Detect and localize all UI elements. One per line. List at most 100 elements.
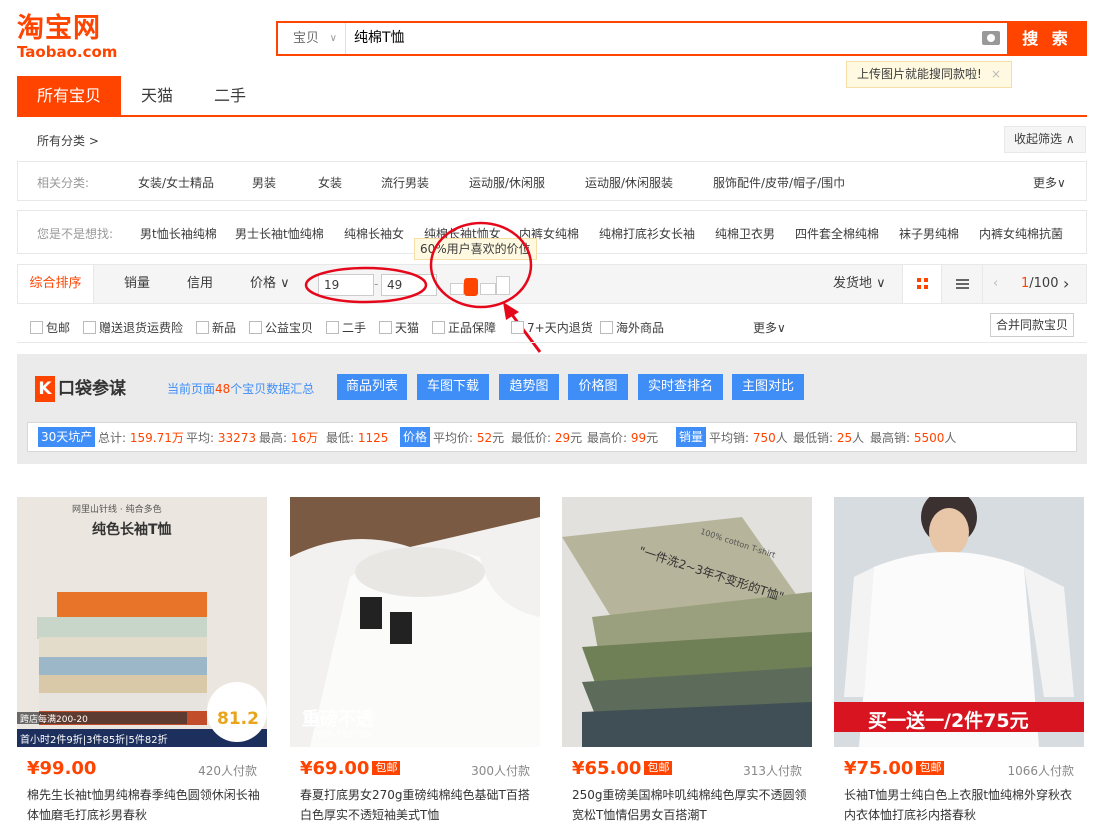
- chevron-down-icon: ∨: [329, 33, 337, 44]
- search-button[interactable]: 搜 索: [1007, 21, 1087, 56]
- related-item[interactable]: 服饰配件/皮带/帽子/围巾: [713, 174, 845, 191]
- sort-credit[interactable]: 信用: [187, 265, 213, 303]
- taobao-logo[interactable]: 淘宝网 Taobao.com: [17, 14, 127, 61]
- product-image[interactable]: 重磅不透 100% COTTON: [290, 497, 540, 747]
- price-value: ¥65.00: [572, 758, 642, 779]
- search-bar: 宝贝 ∨ 纯棉T恤: [276, 21, 1008, 56]
- filter-authentic[interactable]: 正品保障: [432, 319, 496, 336]
- image-search-tip: 上传图片就能搜同款啦! ×: [846, 61, 1012, 88]
- next-page-icon[interactable]: ›: [1063, 265, 1069, 303]
- suggest-item[interactable]: 男t恤长袖纯棉: [140, 225, 217, 242]
- price-chart-button[interactable]: 价格图: [568, 374, 628, 400]
- related-item[interactable]: 运动服/休闲服装: [585, 174, 673, 191]
- min-stat: 最低: 1125: [326, 431, 389, 445]
- summary-count: 48: [215, 382, 231, 396]
- merge-same-button[interactable]: 合并同款宝贝: [990, 313, 1074, 337]
- ship-from-select[interactable]: 发货地 ∨: [833, 265, 886, 303]
- product-photo: [562, 497, 812, 747]
- current-page-summary: 当前页面48个宝贝数据汇总: [167, 380, 314, 397]
- koudai-logo: K 口袋参谋: [35, 374, 126, 402]
- product-price: ¥65.00 包邮: [572, 758, 673, 779]
- list-view-button[interactable]: [943, 265, 983, 303]
- suggest-item[interactable]: 纯棉卫衣男: [715, 225, 775, 242]
- image-title: 重磅不透: [302, 709, 374, 730]
- related-item[interactable]: 女装/女士精品: [138, 174, 214, 191]
- price-min-stat: 最低价: 29元: [511, 431, 583, 445]
- stats-bar: 30天坑产 总计: 159.71万 平均: 33273 最高: 16万 最低: …: [27, 422, 1077, 452]
- related-item[interactable]: 流行男装: [381, 174, 429, 191]
- product-image[interactable]: "一件洗2~3年不变形的T恤" 100% cotton T-shirt: [562, 497, 812, 747]
- filter-7day-return[interactable]: 7+天内退货: [511, 319, 593, 336]
- store-promo: 跨店每满200-20: [20, 715, 88, 725]
- filter-new[interactable]: 新品: [196, 319, 236, 336]
- related-item[interactable]: 男装: [252, 174, 276, 191]
- suggest-item[interactable]: 纯棉打底衫女长袖: [599, 225, 695, 242]
- related-item[interactable]: 女装: [318, 174, 342, 191]
- tab-secondhand[interactable]: 二手: [212, 76, 248, 115]
- tip-text: 上传图片就能搜同款啦!: [857, 67, 982, 81]
- sales-avg-stat: 平均销: 750人: [709, 431, 788, 445]
- tab-all[interactable]: 所有宝贝: [17, 76, 121, 115]
- suggestions: 您是不是想找: 男t恤长袖纯棉 男士长袖t恤纯棉 纯棉长袖女 纯棉长袖t恤女 内…: [17, 210, 1087, 254]
- image-subtitle: 网里山针线 · 纯合多色: [72, 505, 162, 515]
- price-badge: 81.2: [217, 709, 259, 729]
- camera-icon[interactable]: [982, 31, 1000, 45]
- suggest-item[interactable]: 袜子男纯棉: [899, 225, 959, 242]
- product-image[interactable]: 买一送一/2件75元: [834, 497, 1084, 747]
- trend-chart-button[interactable]: 趋势图: [499, 374, 559, 400]
- close-icon[interactable]: ×: [991, 62, 1001, 87]
- product-title[interactable]: 长袖T恤男士纯白色上衣服t恤纯棉外穿秋衣内衣体恤打底衫内搭春秋: [844, 785, 1079, 825]
- product-image[interactable]: 网里山针线 · 纯合多色 纯色长袖T恤 81.2 跨店每满200-20 首小时2…: [17, 497, 267, 747]
- search-category-select[interactable]: 宝贝 ∨: [278, 23, 346, 54]
- image-download-button[interactable]: 车图下载: [417, 374, 489, 400]
- deal-count: 420人付款: [198, 764, 257, 778]
- price-preference-slider[interactable]: [450, 273, 512, 296]
- product-title[interactable]: 春夏打底男女270g重磅纯棉纯色基础T百搭白色厚实不透短袖美式T恤: [300, 785, 535, 825]
- grid-icon: [917, 278, 928, 289]
- sort-sales[interactable]: 销量: [124, 265, 150, 303]
- search-input[interactable]: 纯棉T恤: [348, 23, 968, 54]
- deal-count: 1066人付款: [1007, 764, 1074, 778]
- product-title[interactable]: 250g重磅美国棉咔叽纯棉纯色厚实不透圆领宽松T恤情侣男女百搭潮T: [572, 785, 807, 825]
- suggest-item[interactable]: 男士长袖t恤纯棉: [235, 225, 324, 242]
- product-list-button[interactable]: 商品列表: [337, 374, 407, 400]
- product-price: ¥75.00 包邮: [844, 758, 945, 779]
- main-image-compare-button[interactable]: 主图对比: [732, 374, 804, 400]
- suggest-item[interactable]: 纯棉长袖女: [344, 225, 404, 242]
- sort-price[interactable]: 价格 ∨: [250, 265, 290, 303]
- sort-bar: 综合排序 销量 信用 价格 ∨ 19 - 49 发货地 ∨ ‹ 1/100 ›: [17, 264, 1087, 304]
- max-stat: 最高: 16万: [259, 431, 319, 445]
- koudai-name: 口袋参谋: [58, 379, 126, 399]
- search-category-label: 宝贝: [293, 31, 320, 46]
- filter-return-insurance[interactable]: 赠送退货运费险: [83, 319, 183, 336]
- breadcrumb-all-categories[interactable]: 所有分类 >: [37, 132, 99, 149]
- filter-tmall[interactable]: 天猫: [379, 319, 419, 336]
- related-more-button[interactable]: 更多∨: [1033, 174, 1066, 191]
- product-title[interactable]: 棉先生长袖t恤男纯棉春季纯色圆领休闲长袖体恤磨毛打底衫男春秋: [27, 785, 262, 825]
- filters-more-button[interactable]: 更多∨: [753, 319, 786, 336]
- realtime-rank-button[interactable]: 实时查排名: [638, 374, 723, 400]
- price-min-input[interactable]: 19: [318, 274, 374, 296]
- sales-min-stat: 最低销: 25人: [793, 431, 865, 445]
- grid-view-button[interactable]: [902, 265, 942, 303]
- deal-count: 300人付款: [471, 764, 530, 778]
- filter-secondhand[interactable]: 二手: [326, 319, 366, 336]
- price-max-stat: 最高价: 99元: [587, 431, 659, 445]
- filter-overseas[interactable]: 海外商品: [600, 319, 664, 336]
- koudai-plugin-panel: K 口袋参谋 当前页面48个宝贝数据汇总 商品列表 车图下载 趋势图 价格图 实时…: [17, 354, 1087, 464]
- filter-charity[interactable]: 公益宝贝: [249, 319, 313, 336]
- collapse-filters-button[interactable]: 收起筛选 ∧: [1004, 126, 1086, 153]
- tab-tmall[interactable]: 天猫: [139, 76, 175, 115]
- total-pages: /100: [1029, 276, 1059, 291]
- page-indicator: 1/100: [1021, 265, 1058, 303]
- suggest-item[interactable]: 内裤女纯棉抗菌: [979, 225, 1063, 242]
- sort-default[interactable]: 综合排序: [18, 265, 94, 303]
- free-shipping-badge: 包邮: [372, 761, 401, 775]
- sales-tag: 销量: [676, 427, 707, 447]
- related-item[interactable]: 运动服/休闲服: [469, 174, 545, 191]
- suggest-item[interactable]: 四件套全棉纯棉: [795, 225, 879, 242]
- filter-free-shipping[interactable]: 包邮: [30, 319, 70, 336]
- prev-page-icon[interactable]: ‹: [993, 265, 998, 303]
- related-label: 相关分类:: [37, 176, 90, 190]
- price-max-input[interactable]: 49: [381, 274, 437, 296]
